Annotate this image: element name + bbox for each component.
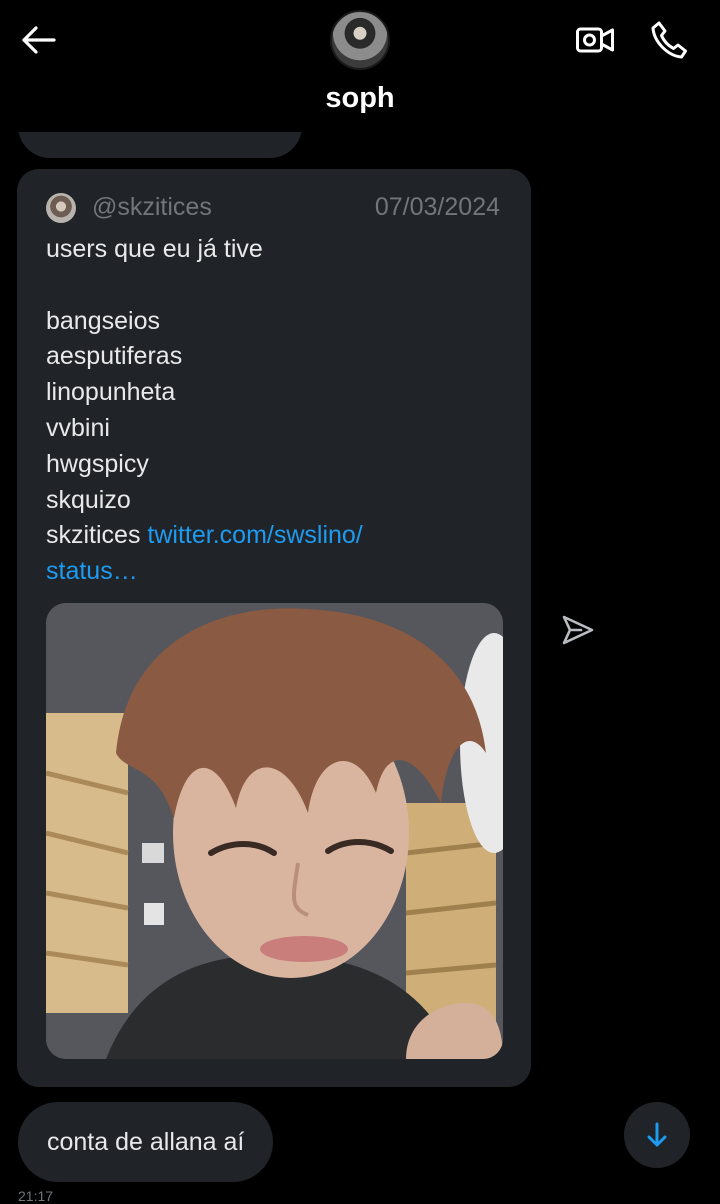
- message-timestamp: 21:17: [18, 1188, 54, 1204]
- tweet-line: hwgspicy: [46, 449, 149, 478]
- tweet-line: skzitices twitter.com/swslino/: [46, 518, 506, 554]
- tweet-line-text: skzitices: [46, 521, 141, 550]
- message-bubble[interactable]: conta de allana aí: [18, 1102, 274, 1182]
- tweet-text: users que eu já tive bangseios aesputife…: [46, 232, 506, 590]
- tweet-photo[interactable]: [46, 603, 503, 1059]
- tweet-line: status…: [46, 554, 506, 590]
- conversation-header: soph: [0, 0, 720, 132]
- tweet-date: 07/03/2024: [374, 193, 500, 221]
- tweet-author-avatar: [46, 193, 76, 223]
- video-call-button[interactable]: [574, 20, 616, 60]
- contact-avatar[interactable]: [330, 10, 390, 70]
- share-button[interactable]: [558, 610, 598, 650]
- arrow-left-icon: [22, 26, 56, 54]
- tweet-line: users que eu já tive: [46, 235, 263, 263]
- tweet-line: bangseios: [46, 306, 160, 335]
- video-camera-icon: [576, 27, 614, 53]
- tweet-line: aesputiferas: [46, 342, 183, 371]
- voice-call-button[interactable]: [648, 18, 690, 62]
- phone-icon: [651, 21, 687, 59]
- contact-name[interactable]: soph: [0, 82, 720, 115]
- shared-tweet-card[interactable]: @skzitices 07/03/2024 users que eu já ti…: [17, 169, 531, 1087]
- tweet-author-handle: @skzitices: [92, 193, 212, 221]
- tweet-line: [46, 268, 506, 304]
- tweet-line: skquizo: [46, 485, 131, 514]
- back-button[interactable]: [18, 22, 58, 58]
- tweet-link[interactable]: twitter.com/swslino/: [147, 521, 362, 549]
- tweet-line: linopunheta: [46, 378, 176, 407]
- scroll-to-bottom-button[interactable]: [624, 1102, 690, 1168]
- tweet-link-continued[interactable]: status…: [46, 557, 138, 585]
- message-text: conta de allana aí: [47, 1127, 245, 1156]
- tweet-line: vvbini: [46, 413, 110, 442]
- arrow-down-icon: [647, 1122, 667, 1147]
- send-icon: [562, 615, 594, 645]
- photo-thumbnail: [46, 603, 503, 1059]
